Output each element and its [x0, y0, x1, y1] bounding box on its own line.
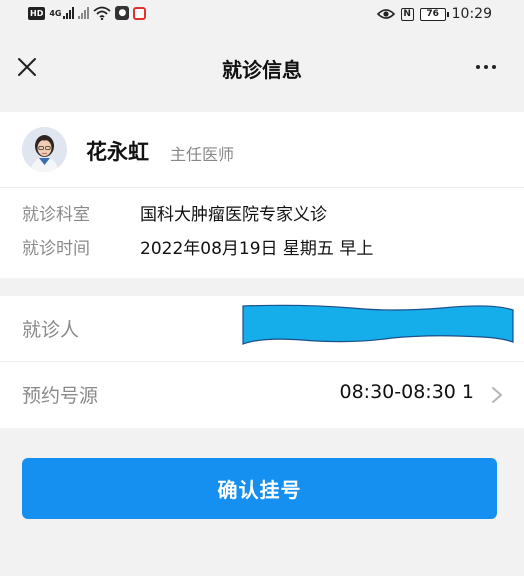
battery-icon: 76 — [419, 7, 449, 21]
more-button[interactable] — [470, 52, 502, 82]
wifi-icon — [93, 6, 112, 20]
hd-icon: HD — [28, 6, 46, 20]
close-button[interactable] — [12, 52, 42, 82]
confirm-register-button[interactable]: 确认挂号 — [22, 458, 497, 519]
slot-row[interactable]: 预约号源 08:30-08:30 1 — [0, 362, 524, 428]
doctor-title: 主任医师 — [170, 145, 235, 164]
patient-name-redaction — [242, 304, 514, 345]
slot-label: 预约号源 — [22, 385, 99, 407]
page-title: 就诊信息 — [222, 58, 302, 82]
patient-label: 就诊人 — [22, 319, 80, 341]
signal-icon — [63, 7, 75, 19]
more-icon — [474, 65, 498, 69]
status-left: HD 4G ● — [28, 6, 147, 20]
visit-dept-label: 就诊科室 — [22, 205, 90, 225]
signal-icon-secondary — [78, 7, 90, 19]
avatar — [22, 127, 67, 172]
avatar-image — [22, 127, 67, 172]
booking-form-card: 就诊人 预约号源 08:30-08:30 1 — [0, 296, 524, 428]
visit-time-value: 2022年08月19日 星期五 早上 — [140, 239, 374, 259]
slot-value: 08:30-08:30 1 — [339, 381, 475, 403]
eye-icon — [376, 9, 395, 19]
notification-icon — [133, 6, 147, 20]
nfc-icon: N — [400, 7, 414, 21]
close-icon — [18, 58, 36, 76]
status-right: N 76 10:29 — [376, 6, 492, 22]
visit-dept-row: 就诊科室 国科大肿瘤医院专家义诊 — [22, 202, 327, 228]
doctor-name: 花永虹 — [86, 140, 149, 164]
visit-dept-value: 国科大肿瘤医院专家义诊 — [140, 205, 327, 225]
status-time: 10:29 — [451, 6, 492, 22]
nav-bar: 就诊信息 — [0, 34, 524, 100]
doctor-row: 花永虹 主任医师 — [0, 112, 524, 188]
status-bar: HD 4G ● N 76 10:29 — [0, 0, 524, 34]
patient-row[interactable]: 就诊人 — [0, 296, 524, 362]
battery-level: 76 — [426, 9, 439, 19]
visit-time-row: 就诊时间 2022年08月19日 星期五 早上 — [22, 236, 373, 262]
chevron-right-icon — [492, 387, 502, 403]
app-icon: ● — [115, 6, 130, 20]
visit-time-label: 就诊时间 — [22, 239, 90, 259]
network-label: 4G — [49, 8, 62, 18]
doctor-card: 花永虹 主任医师 就诊科室 国科大肿瘤医院专家义诊 就诊时间 2022年08月19日… — [0, 112, 524, 278]
